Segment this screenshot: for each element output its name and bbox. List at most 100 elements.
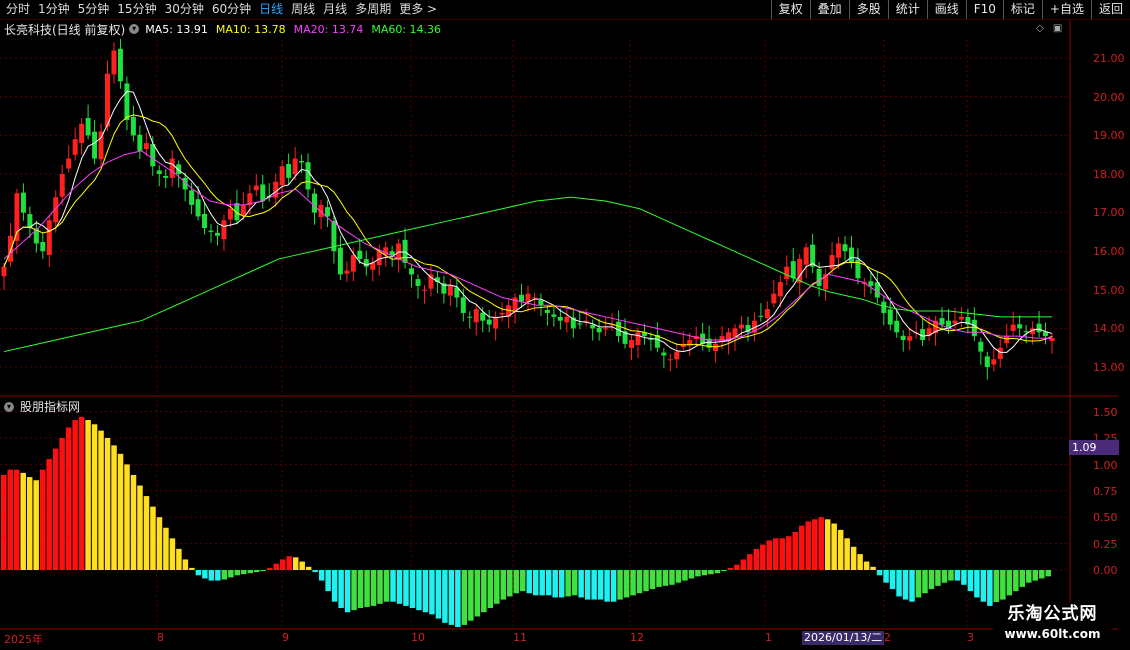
candle-body [447, 285, 453, 296]
candle-body [150, 144, 156, 167]
indicator-bar [279, 559, 286, 570]
indicator-bar [273, 563, 279, 570]
restore-rights-button[interactable]: 复权 [770, 0, 810, 19]
candle-body [318, 204, 324, 218]
candle-body [868, 281, 874, 286]
more-label: 更多 [399, 2, 424, 16]
indicator-bar [695, 570, 701, 577]
tab-weekly[interactable]: 周线 [287, 0, 319, 19]
candle-body [920, 329, 926, 340]
add-watchlist-button[interactable]: +自选 [1041, 0, 1091, 19]
candle-body [415, 279, 421, 286]
candle-body [292, 158, 298, 175]
indicator-bar [338, 570, 344, 609]
tab-monthly[interactable]: 月线 [319, 0, 351, 19]
tab-daily[interactable]: 日线 [255, 0, 287, 19]
candle-body [816, 268, 822, 286]
candle-body [777, 282, 783, 297]
draw-line-button[interactable]: 画线 [926, 0, 966, 19]
tab-fenshi[interactable]: 分时 [2, 0, 34, 19]
candle-body [848, 247, 854, 263]
indicator-bar [26, 477, 33, 570]
indicator-bar [507, 570, 513, 597]
dropdown-circle-icon[interactable]: ▾ [4, 401, 14, 412]
candle-body [881, 301, 887, 313]
indicator-bar [383, 570, 390, 602]
price-tick: 18.00 [1093, 168, 1125, 181]
candle-body [667, 359, 673, 361]
candle-body [842, 244, 848, 252]
candle-body [324, 207, 330, 217]
date-tick: 3 [967, 631, 974, 644]
indicator-bar [46, 459, 52, 570]
indicator-bar [481, 570, 487, 613]
indicator-bar [1045, 570, 1051, 577]
price-tick: 15.00 [1093, 284, 1125, 297]
indicator-bar [786, 536, 792, 570]
indicator-bar [169, 538, 176, 570]
indicator-bar [422, 570, 429, 613]
indicator-bar [656, 570, 662, 587]
indicator-bar [532, 570, 539, 596]
tab-30min[interactable]: 30分钟 [161, 0, 208, 19]
indicator-bar [202, 570, 208, 579]
candle-body [1004, 336, 1010, 344]
indicator-bar [734, 564, 740, 570]
date-tick: 9 [282, 631, 289, 644]
tab-more[interactable]: 更多 > [395, 0, 441, 19]
indicator-bar [1, 474, 7, 570]
indicator-bar [143, 496, 150, 570]
indicator-bar [455, 570, 461, 628]
indicator-bar [552, 570, 558, 598]
watermark-url: www.60lt.com [1004, 627, 1101, 641]
date-tick: 2 [884, 631, 891, 644]
tab-1min[interactable]: 1分钟 [34, 0, 74, 19]
candle-body [674, 351, 680, 360]
indicator-bar [247, 570, 254, 574]
mark-button[interactable]: 标记 [1002, 0, 1042, 19]
indicator-bar [766, 540, 773, 570]
indicator-bar [494, 570, 500, 604]
indicator-bar [33, 480, 39, 570]
f10-button[interactable]: F10 [965, 0, 1003, 19]
indicator-bar [1019, 570, 1026, 587]
diamond-icon[interactable]: ◇ [1036, 23, 1044, 34]
candle-body [46, 220, 52, 256]
indicator-bar [409, 570, 416, 609]
candle-body [260, 184, 266, 202]
indicator-bar [688, 570, 695, 579]
indicator-bar [649, 570, 656, 590]
candle-body [92, 131, 98, 159]
watermark-title: 乐淘公式网 [1007, 604, 1098, 624]
window-icon[interactable]: ▣ [1053, 23, 1062, 34]
date-tick: 8 [157, 631, 164, 644]
indicator-bar [215, 570, 221, 581]
tab-60min[interactable]: 60分钟 [208, 0, 255, 19]
back-button[interactable]: 返回 [1090, 0, 1130, 19]
candle-body [299, 161, 305, 163]
indicator-bar [578, 570, 584, 598]
tab-multi-period[interactable]: 多周期 [351, 0, 395, 19]
indicator-bar [195, 570, 202, 576]
indicator-bar [351, 570, 357, 611]
candle-body [66, 158, 72, 169]
indicator-bar [961, 570, 967, 585]
ma5-value: MA5: 13.91 [145, 22, 208, 36]
statistics-button[interactable]: 统计 [887, 0, 927, 19]
indicator-bar [669, 570, 675, 585]
indicator-bar [682, 570, 688, 581]
candle-body [402, 239, 408, 263]
multi-stock-button[interactable]: 多股 [848, 0, 888, 19]
overlay-button[interactable]: 叠加 [809, 0, 849, 19]
kline-chart[interactable] [0, 0, 1130, 650]
candle-body [1036, 323, 1042, 333]
indicator-bar [565, 570, 571, 597]
date-tick: 1 [765, 631, 772, 644]
dropdown-circle-icon[interactable]: ▾ [129, 24, 140, 34]
tab-5min[interactable]: 5分钟 [74, 0, 114, 19]
tab-15min[interactable]: 15分钟 [113, 0, 160, 19]
candle-body [137, 134, 143, 151]
candle-body [738, 324, 744, 329]
indicator-bar [844, 538, 850, 570]
candle-body [900, 335, 906, 340]
